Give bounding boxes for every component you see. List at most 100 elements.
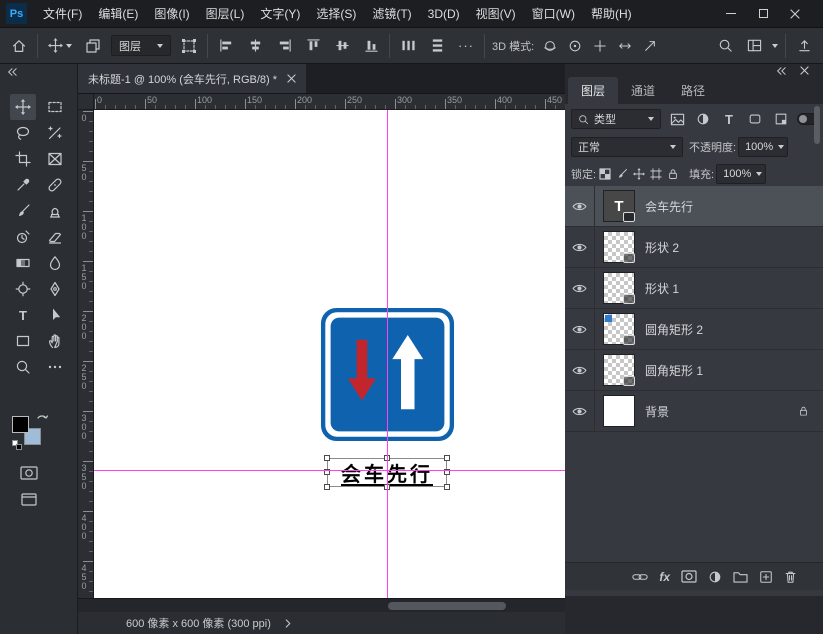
workspace-switch-button[interactable] bbox=[793, 34, 815, 58]
collapse-panel-icon[interactable] bbox=[6, 67, 18, 77]
lock-artboard-button[interactable] bbox=[647, 164, 664, 184]
menu-edit[interactable]: 编辑(E) bbox=[90, 0, 146, 28]
screen-mode-button[interactable] bbox=[16, 488, 42, 510]
new-layer-icon[interactable] bbox=[759, 570, 773, 584]
menu-filter[interactable]: 滤镜(T) bbox=[364, 0, 419, 28]
3d-scale-button[interactable] bbox=[641, 34, 659, 58]
distribute-horizontal-button[interactable] bbox=[397, 34, 419, 58]
workspace-layout-button[interactable] bbox=[743, 34, 765, 58]
layer-thumbnail[interactable] bbox=[603, 272, 635, 304]
maximize-button[interactable] bbox=[747, 0, 779, 27]
rectangle-tool[interactable] bbox=[10, 328, 36, 354]
horizontal-scrollbar[interactable] bbox=[78, 598, 565, 612]
lock-position-button[interactable] bbox=[630, 164, 647, 184]
lock-transparency-button[interactable] bbox=[596, 164, 613, 184]
layer-thumbnail[interactable]: T bbox=[603, 190, 635, 222]
show-transform-controls-toggle[interactable] bbox=[178, 34, 200, 58]
foreground-color-swatch[interactable] bbox=[12, 416, 29, 433]
lasso-tool[interactable] bbox=[10, 120, 36, 146]
active-tool-indicator[interactable] bbox=[45, 34, 75, 58]
layer-row-background[interactable]: 背景 bbox=[565, 391, 823, 432]
swap-colors-icon[interactable] bbox=[36, 412, 48, 424]
brush-tool[interactable] bbox=[10, 198, 36, 224]
default-colors-icon[interactable] bbox=[12, 440, 23, 451]
gradient-tool[interactable] bbox=[10, 250, 36, 276]
layer-mask-icon[interactable] bbox=[681, 570, 697, 583]
visibility-toggle[interactable] bbox=[565, 350, 595, 390]
transform-handle[interactable] bbox=[444, 484, 450, 490]
filter-adjustment-layers-button[interactable] bbox=[693, 109, 713, 129]
crop-tool[interactable] bbox=[10, 146, 36, 172]
vertical-ruler[interactable]: 0 50 100 150 200 250 300 350 400 450 bbox=[78, 110, 94, 598]
layer-row-shape1[interactable]: 形状 1 bbox=[565, 268, 823, 309]
home-button[interactable] bbox=[8, 34, 30, 58]
tab-paths[interactable]: 路径 bbox=[668, 77, 718, 104]
layer-row-shape2[interactable]: 形状 2 bbox=[565, 227, 823, 268]
eraser-tool[interactable] bbox=[42, 224, 68, 250]
3d-slide-button[interactable] bbox=[616, 34, 634, 58]
horizontal-guide[interactable] bbox=[94, 470, 565, 471]
filter-pixel-layers-button[interactable] bbox=[667, 109, 687, 129]
blend-mode-select[interactable]: 正常 bbox=[571, 137, 683, 157]
more-options-button[interactable]: ··· bbox=[455, 38, 477, 53]
distribute-vertical-button[interactable] bbox=[426, 34, 448, 58]
menu-3d[interactable]: 3D(D) bbox=[420, 0, 468, 28]
align-center-vertical-button[interactable] bbox=[331, 34, 353, 58]
lock-all-button[interactable] bbox=[664, 164, 681, 184]
menu-select[interactable]: 选择(S) bbox=[308, 0, 364, 28]
delete-layer-trash-icon[interactable] bbox=[784, 570, 797, 584]
layer-row-rounded-rect1[interactable]: 圆角矩形 1 bbox=[565, 350, 823, 391]
status-menu-chevron-icon[interactable] bbox=[285, 618, 291, 628]
layer-row-rounded-rect2[interactable]: 圆角矩形 2 bbox=[565, 309, 823, 350]
vertical-guide[interactable] bbox=[387, 110, 388, 598]
new-group-folder-icon[interactable] bbox=[733, 570, 748, 583]
transform-handle[interactable] bbox=[444, 455, 450, 461]
menu-view[interactable]: 视图(V) bbox=[468, 0, 524, 28]
filter-smart-objects-button[interactable] bbox=[771, 109, 791, 129]
layer-thumbnail[interactable] bbox=[603, 395, 635, 427]
layer-style-button[interactable]: fx bbox=[659, 570, 670, 584]
align-left-button[interactable] bbox=[215, 34, 237, 58]
quick-mask-button[interactable] bbox=[16, 462, 42, 484]
zoom-tool[interactable] bbox=[10, 354, 36, 380]
layer-row-text[interactable]: T 会车先行 bbox=[565, 186, 823, 227]
chevron-down-icon[interactable] bbox=[772, 43, 778, 48]
align-right-button[interactable] bbox=[273, 34, 295, 58]
scrollbar-thumb[interactable] bbox=[388, 602, 506, 610]
menu-file[interactable]: 文件(F) bbox=[35, 0, 90, 28]
canvas[interactable]: 会车先行 bbox=[94, 110, 565, 598]
marquee-tool[interactable] bbox=[42, 94, 68, 120]
tab-layers[interactable]: 图层 bbox=[568, 77, 619, 104]
align-bottom-button[interactable] bbox=[360, 34, 382, 58]
link-layers-icon[interactable] bbox=[632, 571, 648, 583]
frame-tool[interactable] bbox=[42, 146, 68, 172]
menu-window[interactable]: 窗口(W) bbox=[524, 0, 583, 28]
eyedropper-tool[interactable] bbox=[10, 172, 36, 198]
minimize-button[interactable] bbox=[715, 0, 747, 27]
layer-thumbnail[interactable] bbox=[603, 354, 635, 386]
target-select[interactable]: 图层 bbox=[111, 35, 171, 56]
visibility-toggle[interactable] bbox=[565, 186, 595, 226]
panel-scrollbar-thumb[interactable] bbox=[814, 106, 820, 144]
pen-tool[interactable] bbox=[42, 276, 68, 302]
align-top-button[interactable] bbox=[302, 34, 324, 58]
align-center-horizontal-button[interactable] bbox=[244, 34, 266, 58]
lock-pixels-button[interactable] bbox=[613, 164, 630, 184]
layer-thumbnail[interactable] bbox=[603, 313, 635, 345]
transform-handle[interactable] bbox=[324, 484, 330, 490]
filter-kind-select[interactable]: 类型 bbox=[571, 109, 661, 129]
tab-channels[interactable]: 通道 bbox=[618, 77, 668, 104]
healing-brush-tool[interactable] bbox=[42, 172, 68, 198]
path-selection-tool[interactable] bbox=[42, 302, 68, 328]
quick-selection-tool[interactable] bbox=[42, 120, 68, 146]
move-tool[interactable] bbox=[10, 94, 36, 120]
visibility-toggle[interactable] bbox=[565, 309, 595, 349]
layer-thumbnail[interactable] bbox=[603, 231, 635, 263]
close-button[interactable] bbox=[779, 0, 811, 27]
fill-select[interactable]: 100% bbox=[716, 164, 767, 184]
menu-layer[interactable]: 图层(L) bbox=[198, 0, 253, 28]
menu-type[interactable]: 文字(Y) bbox=[252, 0, 308, 28]
adjustment-layer-icon[interactable] bbox=[708, 570, 722, 584]
blur-tool[interactable] bbox=[42, 250, 68, 276]
close-panel-icon[interactable] bbox=[800, 66, 809, 75]
